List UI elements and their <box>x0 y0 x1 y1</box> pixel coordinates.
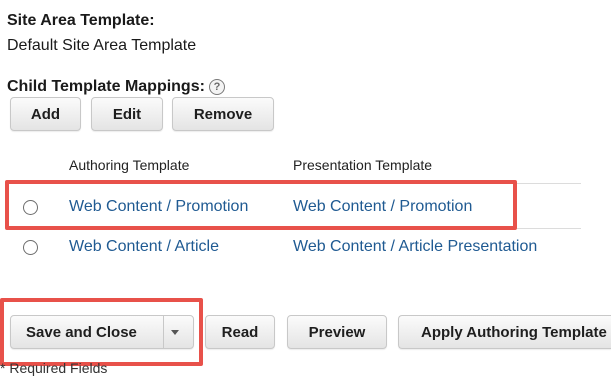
table-header-divider <box>10 183 581 184</box>
row-divider <box>10 228 581 229</box>
edit-button[interactable]: Edit <box>91 97 163 131</box>
authoring-template-link[interactable]: Web Content / Article <box>69 238 219 256</box>
row-select-radio[interactable] <box>23 200 38 215</box>
help-icon[interactable]: ? <box>208 79 225 95</box>
save-and-close-label: Save and Close <box>26 323 137 341</box>
child-template-mappings-label: Child Template Mappings: <box>7 78 205 95</box>
site-area-template-value: Default Site Area Template <box>7 37 197 54</box>
chevron-down-icon <box>171 330 179 335</box>
column-header-authoring-template: Authoring Template <box>69 157 190 173</box>
presentation-template-link[interactable]: Web Content / Promotion <box>293 198 472 216</box>
remove-button[interactable]: Remove <box>172 97 274 131</box>
split-divider <box>163 316 164 348</box>
add-button[interactable]: Add <box>10 97 81 131</box>
apply-authoring-template-button[interactable]: Apply Authoring Template <box>398 315 611 349</box>
save-and-close-dropdown-toggle[interactable] <box>171 330 179 335</box>
column-header-presentation-template: Presentation Template <box>293 157 433 173</box>
row-select-radio[interactable] <box>23 240 38 255</box>
presentation-template-link[interactable]: Web Content / Article Presentation <box>293 238 537 256</box>
read-button[interactable]: Read <box>205 315 275 349</box>
preview-button[interactable]: Preview <box>287 315 387 349</box>
site-area-template-heading: Site Area Template: <box>7 12 155 29</box>
save-and-close-split-button[interactable]: Save and Close <box>10 315 194 349</box>
authoring-template-link[interactable]: Web Content / Promotion <box>69 198 248 216</box>
child-template-mappings-heading: Child Template Mappings:? <box>7 78 225 96</box>
